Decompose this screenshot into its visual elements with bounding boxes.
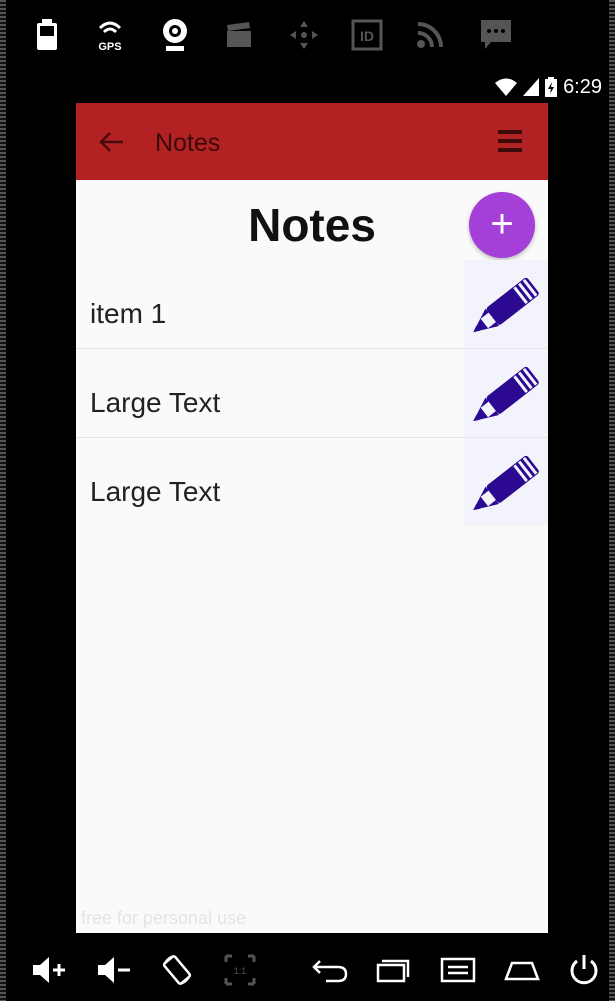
app-screen: Notes Notes + item 1 Large Text Large Te…	[76, 103, 548, 933]
scale-icon[interactable]: 1:1	[218, 948, 262, 992]
emulator-nav-bar: 1:1	[0, 940, 615, 1001]
list-item[interactable]: Large Text	[76, 349, 548, 438]
left-frame-strip	[0, 0, 6, 1001]
pencil-icon	[473, 366, 539, 422]
volume-up-icon[interactable]	[27, 948, 71, 992]
message-icon[interactable]	[476, 15, 516, 55]
pencil-icon	[473, 455, 539, 511]
id-icon[interactable]: ID	[347, 15, 387, 55]
webcam-icon[interactable]	[155, 15, 195, 55]
note-title: item 1	[90, 298, 167, 329]
status-time: 6:29	[563, 75, 602, 98]
back-arrow-icon[interactable]	[96, 127, 126, 157]
right-frame-strip	[609, 0, 615, 1001]
edit-note-button[interactable]	[464, 438, 548, 526]
menu-icon[interactable]	[436, 948, 480, 992]
app-bar: Notes	[76, 103, 548, 180]
signal-icon	[523, 78, 540, 96]
power-icon[interactable]	[562, 948, 606, 992]
app-bar-title: Notes	[155, 129, 221, 157]
plus-icon: +	[490, 201, 514, 246]
svg-text:1:1: 1:1	[234, 966, 247, 976]
emulator-toolbar: GPS ID	[0, 0, 615, 70]
recent-apps-icon[interactable]	[372, 948, 416, 992]
rss-icon[interactable]	[410, 15, 450, 55]
note-title: Large Text	[90, 476, 221, 507]
hamburger-menu-icon[interactable]	[496, 128, 524, 154]
dpad-icon[interactable]	[284, 15, 324, 55]
status-bar: 6:29	[420, 72, 610, 102]
wifi-icon	[495, 78, 518, 96]
edit-note-button[interactable]	[464, 349, 548, 437]
note-title: Large Text	[90, 387, 221, 418]
battery-icon[interactable]	[27, 15, 67, 55]
back-icon[interactable]	[308, 948, 352, 992]
gps-icon[interactable]: GPS	[90, 15, 130, 55]
gps-label: GPS	[98, 41, 121, 52]
watermark-text: free for personal use	[81, 908, 247, 928]
movie-clapper-icon[interactable]	[219, 15, 259, 55]
notes-list: item 1 Large Text Large Text	[76, 260, 548, 526]
volume-down-icon[interactable]	[92, 948, 136, 992]
edit-note-button[interactable]	[464, 260, 548, 348]
rotate-icon[interactable]	[155, 948, 199, 992]
pencil-icon	[473, 277, 539, 333]
home-icon[interactable]	[500, 948, 544, 992]
id-label: ID	[360, 28, 374, 44]
list-item[interactable]: item 1	[76, 260, 548, 349]
battery-status-icon	[545, 77, 558, 97]
add-note-button[interactable]: +	[469, 192, 535, 258]
list-item[interactable]: Large Text	[76, 438, 548, 526]
